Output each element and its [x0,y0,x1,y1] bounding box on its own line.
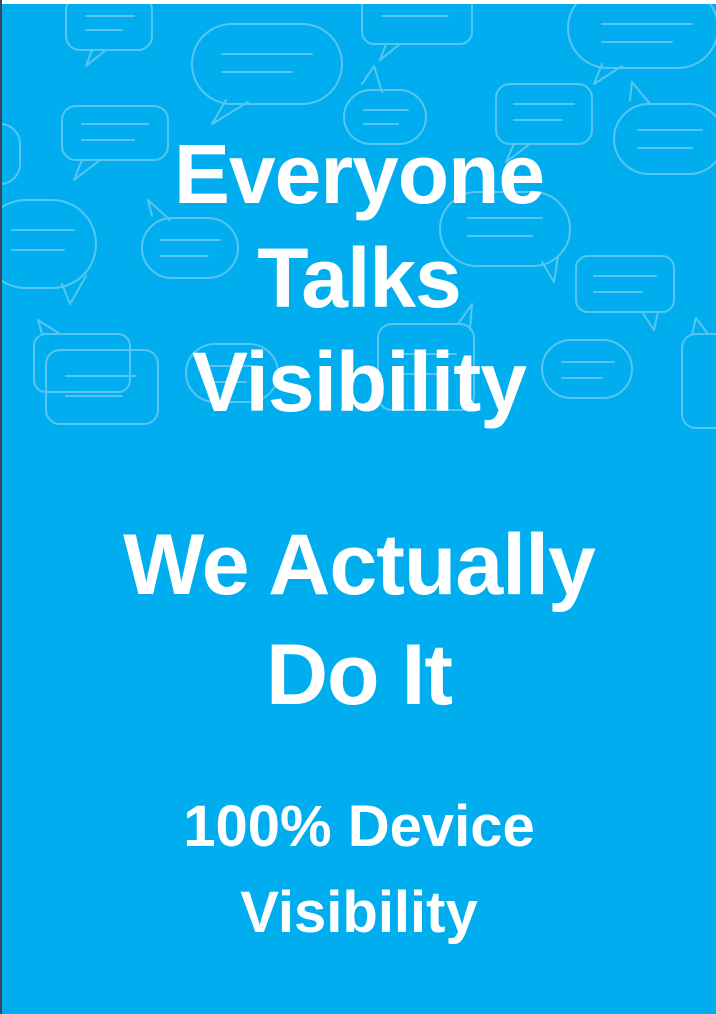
headline-line: Everyone [173,127,545,221]
tagline-line: Visibility [240,880,478,945]
tagline-line: 100% Device [183,794,535,859]
headline-line: Visibility [192,335,527,429]
headline-line: Talks [257,231,462,325]
headline-line: Do It [265,627,453,723]
headline-everyone-talks-visibility: Everyone Talks Visibility [2,122,716,434]
poster-card: Everyone Talks Visibility We Actually Do… [2,4,716,1014]
headline-line: We Actually [123,517,596,613]
tagline-device-visibility: 100% Device Visibility [2,784,716,956]
headline-we-actually-do-it: We Actually Do It [2,510,716,730]
